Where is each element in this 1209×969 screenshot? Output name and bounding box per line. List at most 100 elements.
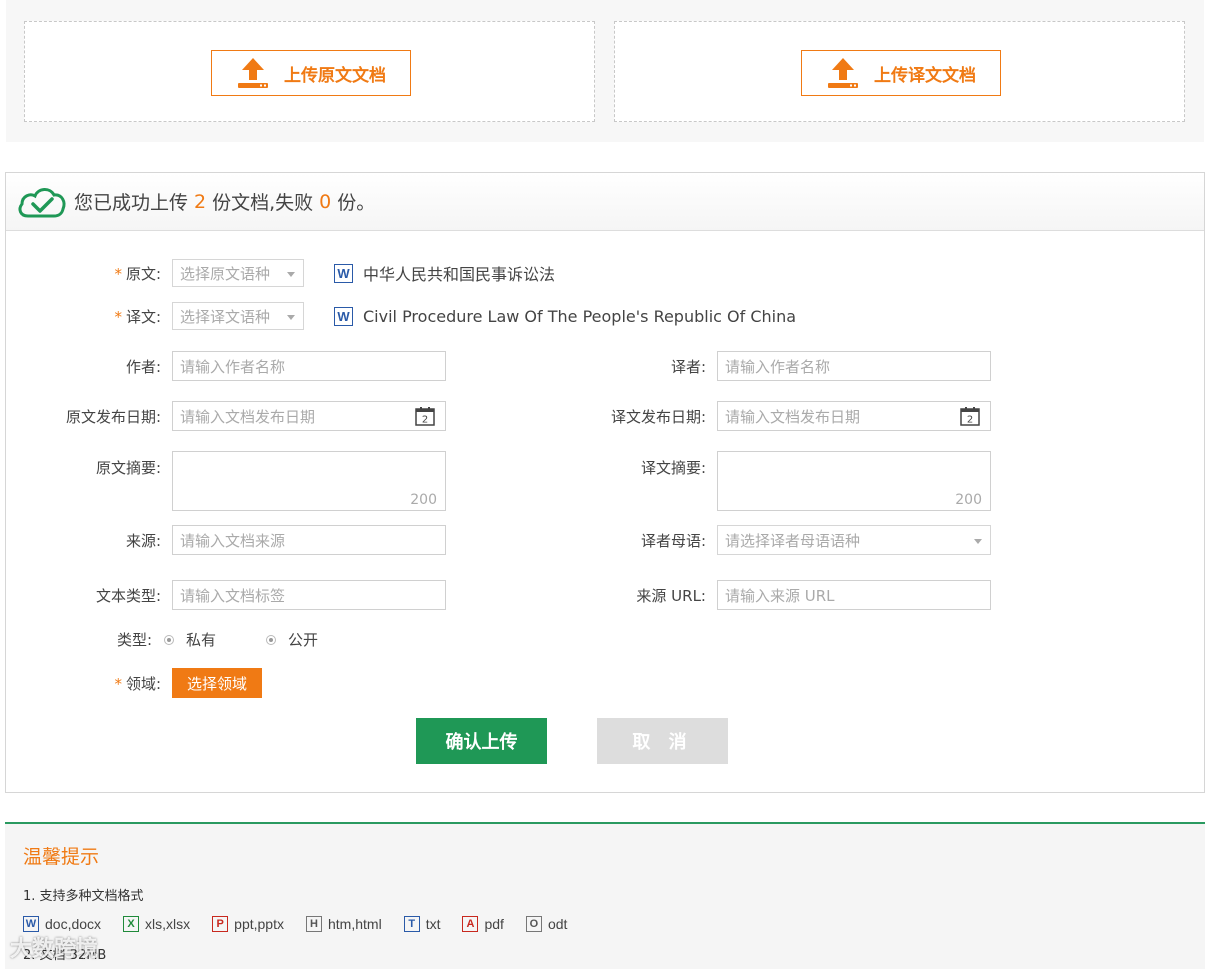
source-file: W 中华人民共和国民事诉讼法 (334, 261, 555, 285)
format-label: doc,docx (45, 916, 102, 932)
tips-panel: 温馨提示 1. 支持多种文档格式 W doc,docx X xls,xlsx P… (5, 822, 1205, 969)
chevron-down-icon (974, 539, 982, 544)
text-type-input[interactable]: 请输入文档标签 (172, 580, 446, 610)
source-abstract-label: 原文摘要: (95, 459, 161, 477)
powerpoint-icon: P (212, 916, 229, 932)
format-xls: X xls,xlsx (123, 916, 190, 932)
document-icon: O (525, 916, 542, 932)
source-abstract-row: 原文摘要: 200 (6, 451, 446, 511)
tips-title: 温馨提示 (23, 846, 100, 868)
origin-input[interactable]: 请输入文档来源 (172, 525, 446, 555)
source-abstract-textarea[interactable]: 200 (172, 451, 446, 511)
upload-source-label: 上传原文文档 (284, 65, 386, 86)
target-abstract-row: 译文摘要: 200 (551, 451, 991, 511)
type-public-label: 公开 (288, 631, 319, 649)
target-date-placeholder: 请输入文档发布日期 (725, 407, 861, 426)
html-icon: H (306, 916, 322, 932)
source-lang-row: * 原文: 选择原文语种 W 中华人民共和国民事诉讼法 (6, 259, 555, 287)
confirm-upload-button[interactable]: 确认上传 (416, 718, 547, 764)
word-file-icon: W (334, 306, 353, 326)
source-url-input[interactable]: 请输入来源 URL (717, 580, 991, 610)
translator-lang-select[interactable]: 请选择译者母语语种 (717, 525, 991, 555)
domain-row: * 领域: 选择领域 (6, 668, 262, 698)
target-lang-select[interactable]: 选择译文语种 (172, 302, 304, 330)
word-icon: W (23, 916, 39, 932)
upload-target-button[interactable]: 上传译文文档 (801, 50, 1001, 96)
author-label: 作者: (125, 357, 161, 376)
result-text-middle: 份文档,失败 (212, 192, 314, 214)
result-text-suffix: 份。 (337, 192, 376, 214)
format-label: pdf (484, 916, 504, 932)
tips-line-2: 2. 文档 32MB (23, 948, 107, 963)
source-date-placeholder: 请输入文档发布日期 (180, 407, 316, 426)
target-date-row: 译文发布日期: 请输入文档发布日期 2 (551, 401, 991, 431)
success-count: 2 (194, 190, 207, 213)
upload-source-button[interactable]: 上传原文文档 (211, 50, 411, 96)
translator-lang-placeholder: 请选择译者母语语种 (725, 531, 861, 550)
translator-lang-row: 译者母语: 请选择译者母语语种 (551, 525, 991, 555)
origin-placeholder: 请输入文档来源 (180, 531, 286, 550)
upload-area: 上传原文文档 上传译文文档 (6, 0, 1204, 142)
calendar-icon[interactable]: 2 (415, 406, 435, 426)
source-url-label: 来源 URL: (636, 586, 706, 605)
result-header: 您已成功上传 2 份文档,失败 0 份。 (6, 173, 1204, 231)
format-label: odt (547, 916, 568, 932)
source-lang-placeholder: 选择原文语种 (180, 264, 271, 283)
origin-label: 来源: (125, 531, 161, 550)
translator-row: 译者: 请输入作者名称 (551, 351, 991, 381)
translator-input[interactable]: 请输入作者名称 (717, 351, 991, 381)
select-domain-button[interactable]: 选择领域 (172, 668, 262, 698)
radio-icon (266, 634, 277, 645)
text-icon: T (403, 916, 420, 932)
result-text-prefix: 您已成功上传 (74, 192, 189, 214)
upload-icon (828, 58, 858, 88)
type-private-label: 私有 (186, 631, 217, 649)
format-label: ppt,pptx (234, 916, 284, 932)
target-lang-label: * 译文: (114, 307, 161, 326)
type-label: 类型: (116, 631, 152, 649)
format-list: W doc,docx X xls,xlsx P ppt,pptx H htm,h… (23, 916, 1187, 932)
target-drop-zone[interactable]: 上传译文文档 (614, 21, 1185, 122)
cancel-button[interactable]: 取 消 (597, 718, 728, 764)
source-lang-select[interactable]: 选择原文语种 (172, 259, 304, 287)
chevron-down-icon (287, 272, 295, 277)
fail-count: 0 (319, 190, 332, 213)
type-public-radio[interactable]: 公开 (266, 629, 318, 650)
radio-icon (164, 634, 174, 645)
calendar-icon[interactable]: 2 (960, 406, 980, 426)
format-txt: T txt (403, 916, 440, 932)
format-pdf: A pdf (462, 916, 504, 932)
author-input[interactable]: 请输入作者名称 (172, 351, 446, 381)
target-abstract-label: 译文摘要: (640, 459, 706, 477)
source-url-placeholder: 请输入来源 URL (725, 586, 835, 605)
text-type-row: 文本类型: 请输入文档标签 (6, 580, 446, 610)
text-type-placeholder: 请输入文档标签 (180, 586, 286, 605)
target-abstract-textarea[interactable]: 200 (717, 451, 991, 511)
target-file-name: Civil Procedure Law Of The People's Repu… (363, 306, 797, 326)
target-file: W Civil Procedure Law Of The People's Re… (334, 306, 797, 326)
source-date-row: 原文发布日期: 请输入文档发布日期 2 (6, 401, 446, 431)
pdf-icon: A (462, 916, 479, 932)
svg-text:2: 2 (422, 415, 428, 426)
type-private-radio[interactable]: 私有 (164, 629, 216, 650)
watermark-logo: 大数跨境 (10, 937, 99, 962)
char-limit: 200 (955, 492, 982, 508)
source-drop-zone[interactable]: 上传原文文档 (24, 21, 595, 122)
format-doc: W doc,docx (23, 916, 101, 932)
origin-row: 来源: 请输入文档来源 (6, 525, 446, 555)
format-label: xls,xlsx (145, 916, 191, 932)
format-html: H htm,html (306, 916, 382, 932)
domain-label: * 领域: (114, 674, 161, 693)
source-date-input[interactable]: 请输入文档发布日期 2 (172, 401, 446, 431)
word-file-icon: W (334, 263, 353, 283)
translator-placeholder: 请输入作者名称 (725, 357, 831, 376)
upload-icon (238, 58, 268, 88)
translator-label: 译者: (670, 357, 706, 376)
upload-result-panel: 您已成功上传 2 份文档,失败 0 份。 * 原文: 选择原文语种 W 中华人民共… (5, 172, 1205, 793)
char-limit: 200 (410, 492, 437, 508)
author-placeholder: 请输入作者名称 (180, 357, 286, 376)
target-date-input[interactable]: 请输入文档发布日期 2 (717, 401, 991, 431)
target-lang-placeholder: 选择译文语种 (180, 307, 271, 326)
format-ppt: P ppt,pptx (212, 916, 284, 932)
target-date-label: 译文发布日期: (610, 407, 706, 426)
